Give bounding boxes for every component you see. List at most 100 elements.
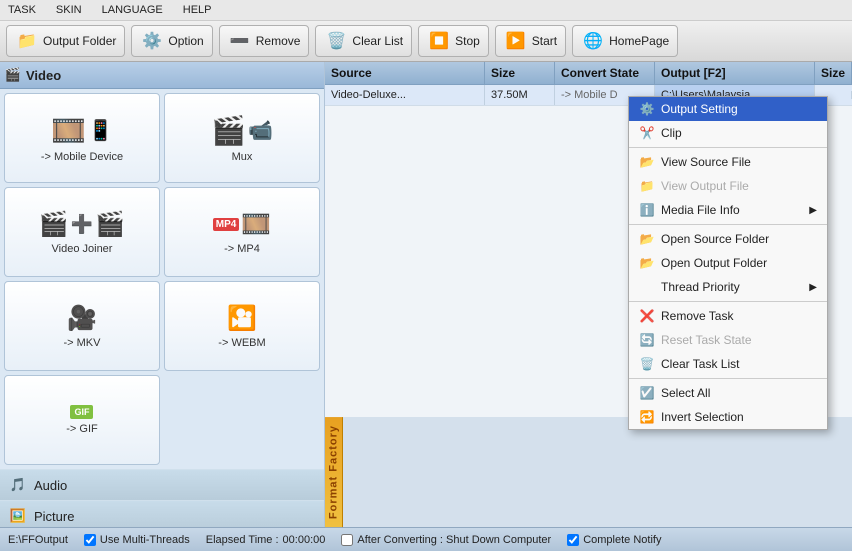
video-item-mux-label: Mux xyxy=(232,151,253,163)
menu-task[interactable]: TASK xyxy=(4,2,40,18)
category-audio-label: Audio xyxy=(34,478,67,493)
clear-icon: 🗑️ xyxy=(324,29,348,53)
thread-priority-arrow-icon: ▶ xyxy=(809,282,817,293)
complete-notify-item: Complete Notify xyxy=(567,534,661,546)
joiner-icon1: 🎬 xyxy=(39,210,69,239)
ctx-sep-4 xyxy=(629,378,827,379)
ctx-clear-task-list[interactable]: 🗑️ Clear Task List xyxy=(629,352,827,376)
cell-source: Video-Deluxe... xyxy=(325,85,485,105)
mkv-icon: 🎥 xyxy=(67,304,97,333)
ctx-open-output-folder[interactable]: 📂 Open Output Folder xyxy=(629,251,827,275)
ctx-output-setting-label: Output Setting xyxy=(661,102,738,116)
format-factory-label: Format Factory xyxy=(325,417,343,527)
remove-task-icon: ❌ xyxy=(639,308,655,324)
clear-list-button[interactable]: 🗑️ Clear List xyxy=(315,25,412,57)
ctx-clip[interactable]: ✂️ Clip xyxy=(629,121,827,145)
complete-notify-checkbox[interactable] xyxy=(567,534,579,546)
col-size2-header: Size xyxy=(815,62,852,84)
start-label: Start xyxy=(532,34,557,48)
ctx-view-source-file[interactable]: 📂 View Source File xyxy=(629,150,827,174)
col-source-header: Source xyxy=(325,62,485,84)
media-info-arrow-icon: ▶ xyxy=(809,205,817,216)
video-item-mobile[interactable]: 🎞️ 📱 -> Mobile Device xyxy=(4,93,160,183)
menu-skin[interactable]: SKIN xyxy=(52,2,86,18)
ctx-remove-task[interactable]: ❌ Remove Task xyxy=(629,304,827,328)
ctx-thread-priority-label: Thread Priority xyxy=(661,280,740,294)
after-converting-checkbox[interactable] xyxy=(341,534,353,546)
remove-icon: ➖ xyxy=(228,29,252,53)
homepage-label: HomePage xyxy=(609,34,669,48)
use-multi-threads-checkbox[interactable] xyxy=(84,534,96,546)
output-folder-label: Output Folder xyxy=(43,34,116,48)
ctx-reset-task-state[interactable]: 🔄 Reset Task State xyxy=(629,328,827,352)
webm-icon: 🎦 xyxy=(227,304,257,333)
start-icon: ▶️ xyxy=(504,29,528,53)
view-output-icon: 📁 xyxy=(639,178,655,194)
cell-size: 37.50M xyxy=(485,85,555,105)
video-item-webm[interactable]: 🎦 -> WEBM xyxy=(164,281,320,371)
homepage-button[interactable]: 🌐 HomePage xyxy=(572,25,678,57)
reset-task-icon: 🔄 xyxy=(639,332,655,348)
open-output-folder-icon: 📂 xyxy=(639,255,655,271)
elapsed-time-value: 00:00:00 xyxy=(283,534,326,546)
category-audio[interactable]: 🎵 Audio xyxy=(0,469,324,500)
ctx-open-source-folder[interactable]: 📂 Open Source Folder xyxy=(629,227,827,251)
picture-icon: 🖼️ xyxy=(8,506,28,526)
clear-list-label: Clear List xyxy=(352,34,403,48)
home-icon: 🌐 xyxy=(581,29,605,53)
mobile-icon: 📱 xyxy=(88,118,113,143)
ctx-invert-selection-label: Invert Selection xyxy=(661,410,744,424)
ctx-output-setting[interactable]: ⚙️ Output Setting xyxy=(629,97,827,121)
video-item-gif-label: -> GIF xyxy=(66,423,97,435)
gif-badge: GIF xyxy=(70,405,93,419)
thread-priority-icon xyxy=(639,279,655,295)
elapsed-time-item: Elapsed Time : 00:00:00 xyxy=(206,534,326,546)
ctx-select-all[interactable]: ☑️ Select All xyxy=(629,381,827,405)
menu-help[interactable]: HELP xyxy=(179,2,216,18)
ctx-invert-selection[interactable]: 🔁 Invert Selection xyxy=(629,405,827,429)
invert-selection-icon: 🔁 xyxy=(639,409,655,425)
ctx-media-file-info[interactable]: ℹ️ Media File Info ▶ xyxy=(629,198,827,222)
clear-task-icon: 🗑️ xyxy=(639,356,655,372)
ctx-sep-2 xyxy=(629,224,827,225)
video-icon: 🎬 xyxy=(4,66,22,84)
ctx-select-all-label: Select All xyxy=(661,386,710,400)
left-panel: 🎬 Video 🎞️ 📱 -> Mobile Device xyxy=(0,62,325,527)
ctx-view-output-label: View Output File xyxy=(661,179,749,193)
ctx-remove-task-label: Remove Task xyxy=(661,309,733,323)
ctx-thread-priority[interactable]: Thread Priority ▶ xyxy=(629,275,827,299)
menu-language[interactable]: LANGUAGE xyxy=(98,2,167,18)
clip-icon: ✂️ xyxy=(639,125,655,141)
stop-icon: ⏹️ xyxy=(427,29,451,53)
open-source-folder-icon: 📂 xyxy=(639,231,655,247)
view-source-icon: 📂 xyxy=(639,154,655,170)
category-picture-label: Picture xyxy=(34,509,74,524)
option-label: Option xyxy=(168,34,203,48)
remove-button[interactable]: ➖ Remove xyxy=(219,25,310,57)
ctx-view-output-file[interactable]: 📁 View Output File xyxy=(629,174,827,198)
col-convert-header: Convert State xyxy=(555,62,655,84)
select-all-icon: ☑️ xyxy=(639,385,655,401)
video-item-mp4[interactable]: MP4 🎞️ -> MP4 xyxy=(164,187,320,277)
multi-threads-item: Use Multi-Threads xyxy=(84,534,190,546)
video-item-gif[interactable]: GIF -> GIF xyxy=(4,375,160,465)
start-button[interactable]: ▶️ Start xyxy=(495,25,566,57)
video-item-mux[interactable]: 🎬 📹 Mux xyxy=(164,93,320,183)
output-setting-icon: ⚙️ xyxy=(639,101,655,117)
category-picture[interactable]: 🖼️ Picture xyxy=(0,500,324,527)
stop-button[interactable]: ⏹️ Stop xyxy=(418,25,489,57)
video-grid-content: 🎞️ 📱 -> Mobile Device 🎬 📹 Mux xyxy=(0,89,324,469)
option-button[interactable]: ⚙️ Option xyxy=(131,25,212,57)
ctx-sep-3 xyxy=(629,301,827,302)
mux-video-icon: 📹 xyxy=(248,118,273,143)
context-menu: ⚙️ Output Setting ✂️ Clip 📂 View Source … xyxy=(628,96,828,430)
video-item-joiner[interactable]: 🎬 ➕ 🎬 Video Joiner xyxy=(4,187,160,277)
ctx-clip-label: Clip xyxy=(661,126,682,140)
toolbar: 📁 Output Folder ⚙️ Option ➖ Remove 🗑️ Cl… xyxy=(0,21,852,62)
video-item-mkv[interactable]: 🎥 -> MKV xyxy=(4,281,160,371)
video-item-joiner-label: Video Joiner xyxy=(52,243,113,255)
folder-icon: 📁 xyxy=(15,29,39,53)
mp4-badge: MP4 xyxy=(213,218,240,231)
output-folder-button[interactable]: 📁 Output Folder xyxy=(6,25,125,57)
ctx-open-output-label: Open Output Folder xyxy=(661,256,767,270)
